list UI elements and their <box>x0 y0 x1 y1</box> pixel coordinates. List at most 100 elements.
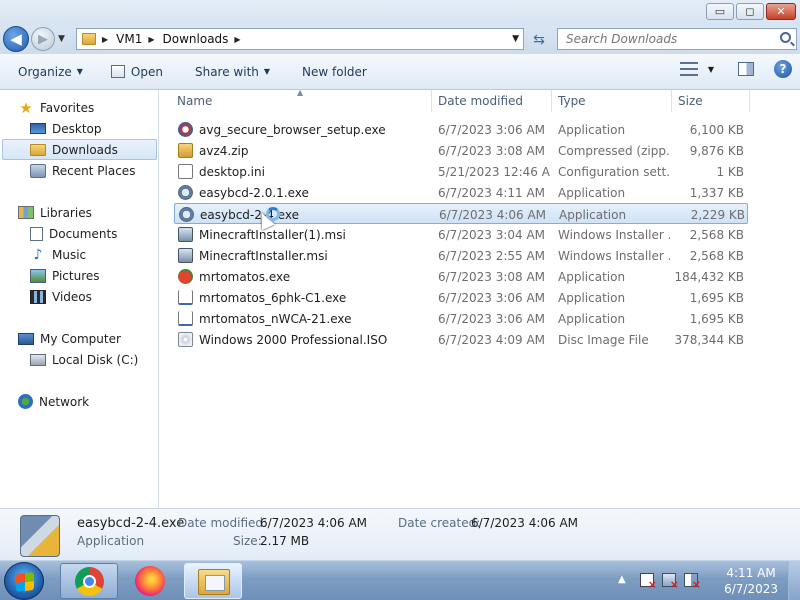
taskbar-explorer[interactable] <box>184 563 242 599</box>
column-divider[interactable] <box>671 90 672 112</box>
downloads-folder-icon <box>30 143 46 156</box>
computer-icon <box>18 332 34 345</box>
file-date: 6/7/2023 3:06 AM <box>438 122 546 137</box>
search-box[interactable] <box>557 28 797 50</box>
file-row[interactable]: mrtomatos.exe 6/7/2023 3:08 AM Application… <box>174 266 748 287</box>
file-size: 9,876 KB <box>689 143 744 158</box>
file-row[interactable]: mrtomatos_nWCA-21.exe 6/7/2023 3:06 AM App… <box>174 308 748 329</box>
file-row[interactable]: desktop.ini 5/21/2023 12:46 AM Configurati… <box>174 161 748 182</box>
window-controls: ▭ ◻ ✕ <box>706 3 796 20</box>
maximize-button[interactable]: ◻ <box>736 3 764 20</box>
nav-videos[interactable]: Videos <box>30 286 92 307</box>
volume-muted-icon[interactable] <box>684 573 701 591</box>
nav-libraries[interactable]: Libraries <box>18 202 92 223</box>
close-button[interactable]: ✕ <box>766 3 796 20</box>
file-name-cell[interactable]: mrtomatos_nWCA-21.exe <box>178 308 430 329</box>
back-button[interactable]: ◀ <box>3 26 29 52</box>
file-row[interactable]: avz4.zip 6/7/2023 3:08 AM Compressed (zipp… <box>174 140 748 161</box>
file-row[interactable]: avg_secure_browser_setup.exe 6/7/2023 3:0… <box>174 119 748 140</box>
column-header-size[interactable]: Size <box>678 90 748 112</box>
file-row[interactable]: easybcd-2.0.1.exe 6/7/2023 4:11 AM Applica… <box>174 182 748 203</box>
search-input[interactable] <box>566 32 766 46</box>
nav-favorites[interactable]: ★ Favorites <box>18 97 94 118</box>
file-name-cell[interactable]: desktop.ini <box>178 161 430 182</box>
details-size: 2.17 MB <box>260 534 310 548</box>
details-modified: 6/7/2023 4:06 AM <box>260 516 368 530</box>
file-row[interactable]: MinecraftInstaller.msi 6/7/2023 2:55 AM Wi… <box>174 245 748 266</box>
share-with-button[interactable]: Share with ▼ <box>189 60 276 84</box>
forward-button[interactable]: ▶ <box>31 27 55 51</box>
file-name-cell[interactable]: avz4.zip <box>178 140 430 161</box>
file-size: 1 KB <box>716 164 744 179</box>
nav-documents[interactable]: Documents <box>30 223 117 244</box>
column-divider[interactable] <box>431 90 432 112</box>
file-row[interactable]: Windows 2000 Professional.ISO 6/7/2023 4:… <box>174 329 748 350</box>
clock[interactable]: 4:11 AM 6/7/2023 <box>724 565 778 597</box>
taskbar: ▲ 4:11 AM 6/7/2023 <box>0 560 800 600</box>
nav-music[interactable]: ♪ Music <box>30 244 87 265</box>
navigation-pane: ★ Favorites Desktop Downloads Recent Pla… <box>0 90 159 508</box>
file-name-cell[interactable]: mrtomatos_6phk-C1.exe <box>178 287 430 308</box>
file-type: Disc Image File <box>558 332 649 347</box>
network-status-icon[interactable] <box>662 573 679 591</box>
file-name-cell[interactable]: mrtomatos.exe <box>178 266 430 287</box>
file-row[interactable]: mrtomatos_6phk-C1.exe 6/7/2023 3:06 AM App… <box>174 287 748 308</box>
start-button[interactable] <box>4 562 44 600</box>
file-name-cell[interactable]: easybcd-2-4.exe <box>179 204 431 225</box>
chevron-right-icon[interactable]: ▶ <box>148 35 154 44</box>
taskbar-chrome[interactable] <box>60 563 118 599</box>
nav-pictures[interactable]: Pictures <box>30 265 100 286</box>
recent-places-icon <box>30 163 46 178</box>
nav-label: Libraries <box>40 205 92 220</box>
recent-pages-dropdown[interactable]: ▼ <box>58 34 65 44</box>
file-name: Windows 2000 Professional.ISO <box>199 332 388 347</box>
column-header-type[interactable]: Type <box>558 90 670 112</box>
clock-date: 6/7/2023 <box>724 582 778 596</box>
refresh-button[interactable]: ⇆ <box>528 30 550 50</box>
column-divider[interactable] <box>551 90 552 112</box>
chevron-right-icon[interactable]: ▶ <box>102 35 108 44</box>
file-name-cell[interactable]: MinecraftInstaller(1).msi <box>178 224 430 245</box>
file-size: 2,568 KB <box>689 248 744 263</box>
search-icon[interactable] <box>780 32 791 43</box>
address-bar[interactable]: ▶ VM1 ▶ Downloads ▶ ▼ <box>76 28 524 50</box>
column-divider[interactable] <box>749 90 750 112</box>
star-icon: ★ <box>19 98 33 117</box>
open-button[interactable]: Open <box>105 60 169 84</box>
file-name-cell[interactable]: MinecraftInstaller.msi <box>178 245 430 266</box>
file-date: 5/21/2023 12:46 AM <box>438 164 550 179</box>
nav-recent-places[interactable]: Recent Places <box>30 160 135 181</box>
show-desktop-button[interactable] <box>788 561 800 600</box>
show-hidden-icons-button[interactable]: ▲ <box>618 574 626 585</box>
details-size-label: Size: <box>233 534 262 548</box>
breadcrumb-vm1[interactable]: VM1 <box>116 32 142 46</box>
file-name-cell[interactable]: Windows 2000 Professional.ISO <box>178 329 430 350</box>
action-center-icon[interactable] <box>640 573 657 591</box>
chevron-down-icon[interactable]: ▼ <box>708 65 714 74</box>
file-name: easybcd-2.0.1.exe <box>199 185 309 200</box>
views-icon[interactable] <box>679 62 698 76</box>
hard-disk-icon <box>30 353 46 366</box>
taskbar-firefox[interactable] <box>122 563 180 599</box>
column-header-date[interactable]: Date modified <box>438 90 550 112</box>
nav-local-disk[interactable]: Local Disk (C:) <box>30 349 138 370</box>
network-icon <box>18 394 33 409</box>
minimize-button[interactable]: ▭ <box>706 3 734 20</box>
file-date: 6/7/2023 2:55 AM <box>438 248 546 263</box>
nav-downloads[interactable]: Downloads <box>2 139 157 160</box>
column-header-name[interactable]: Name <box>177 90 427 112</box>
nav-network[interactable]: Network <box>18 391 89 412</box>
file-type: Application <box>559 207 627 222</box>
nav-label: My Computer <box>40 331 121 346</box>
address-dropdown-icon[interactable]: ▼ <box>512 34 519 44</box>
file-name-cell[interactable]: easybcd-2.0.1.exe <box>178 182 430 203</box>
preview-pane-icon[interactable] <box>738 62 754 76</box>
organize-button[interactable]: Organize ▼ <box>12 60 89 84</box>
new-folder-button[interactable]: New folder <box>296 60 373 84</box>
nav-desktop[interactable]: Desktop <box>30 118 102 139</box>
help-icon[interactable]: ? <box>774 60 792 78</box>
nav-my-computer[interactable]: My Computer <box>18 328 121 349</box>
breadcrumb-downloads[interactable]: Downloads <box>163 32 229 46</box>
file-name-cell[interactable]: avg_secure_browser_setup.exe <box>178 119 430 140</box>
chevron-right-icon[interactable]: ▶ <box>234 35 240 44</box>
